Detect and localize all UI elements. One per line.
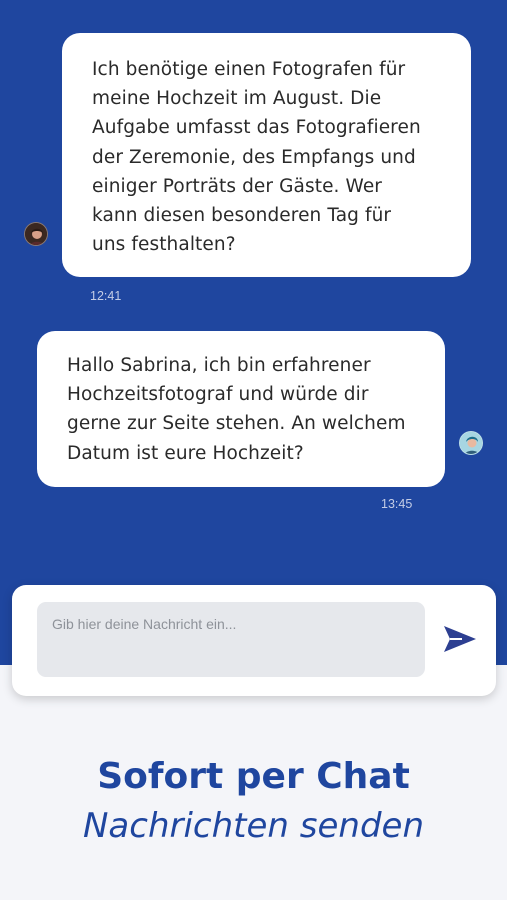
promo-title: Sofort per Chat bbox=[97, 756, 410, 797]
send-button[interactable] bbox=[440, 623, 480, 657]
message-bubble-incoming: Ich benötige einen Fotografen für meine … bbox=[62, 33, 471, 277]
message-timestamp: 13:45 bbox=[381, 497, 413, 511]
user-avatar-icon[interactable] bbox=[24, 222, 48, 246]
message-input[interactable] bbox=[37, 602, 425, 677]
promo-subtitle: Nachrichten senden bbox=[82, 806, 424, 846]
user-avatar-icon[interactable] bbox=[459, 431, 483, 455]
send-icon bbox=[444, 625, 476, 652]
message-text: Hallo Sabrina, ich bin erfahrener Hochze… bbox=[67, 355, 406, 464]
message-timestamp: 12:41 bbox=[90, 289, 122, 303]
chat-background: Ich benötige einen Fotografen für meine … bbox=[0, 0, 507, 665]
message-text: Ich benötige einen Fotografen für meine … bbox=[92, 59, 421, 256]
message-bubble-outgoing: Hallo Sabrina, ich bin erfahrener Hochze… bbox=[37, 331, 445, 487]
message-composer bbox=[12, 585, 496, 696]
